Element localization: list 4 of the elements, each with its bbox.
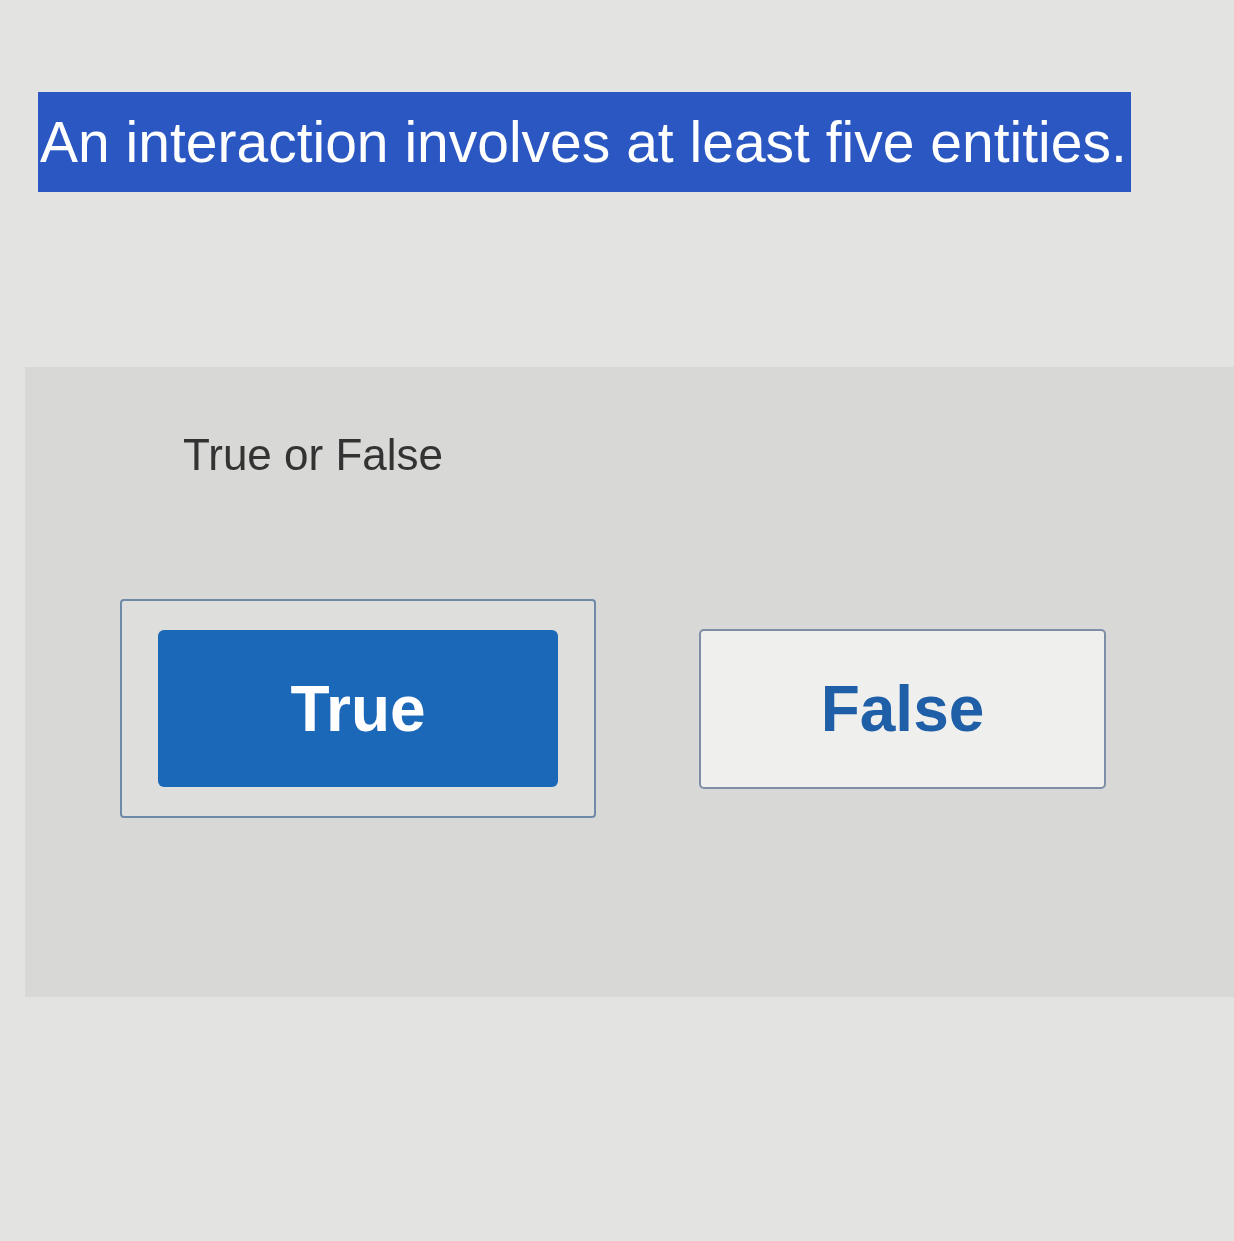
question-text: An interaction involves at least five entities. <box>38 92 1131 192</box>
prompt-text: True or False <box>183 429 443 481</box>
answer-button[interactable]: False <box>699 628 1106 789</box>
answer-button[interactable]: True <box>158 630 558 787</box>
